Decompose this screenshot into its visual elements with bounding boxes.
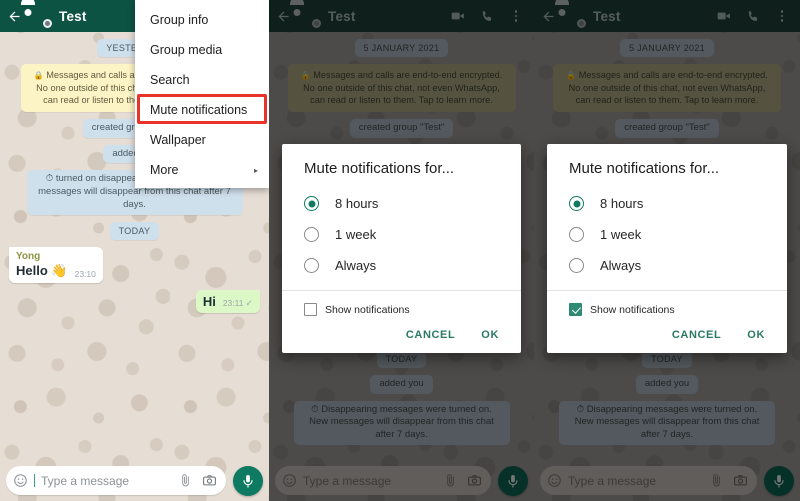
menu-item-mute-notifications[interactable]: Mute notifications — [135, 95, 269, 125]
message-time: 23:10 — [74, 268, 96, 279]
menu-item-label: Group media — [150, 43, 223, 57]
composer-icons — [178, 473, 217, 488]
emoji-icon[interactable] — [13, 473, 28, 488]
delivery-status-icon: ✓ — [245, 297, 253, 308]
menu-item-group-media[interactable]: Group media — [135, 35, 269, 65]
radio-label: 1 week — [600, 227, 642, 242]
message-composer: Type a message — [0, 460, 269, 501]
camera-icon[interactable] — [202, 473, 217, 488]
message-bubble-incoming[interactable]: Yong Hello 👋 23:10 — [9, 246, 103, 283]
checkbox-label: Show notifications — [325, 303, 410, 316]
dialog-actions: CANCEL OK — [547, 316, 787, 353]
radio-label: Always — [335, 258, 377, 273]
message-bubble-outgoing[interactable]: Hi 23:11 ✓ — [195, 289, 260, 313]
radio-icon-selected[interactable] — [569, 196, 584, 211]
message-input-pill[interactable]: Type a message — [6, 466, 226, 495]
message-content: Hi 23:11 ✓ — [203, 294, 253, 309]
radio-label: 1 week — [335, 227, 377, 242]
dialog-title: Mute notifications for... — [304, 160, 455, 177]
menu-item-group-info[interactable]: Group info — [135, 5, 269, 35]
back-arrow-icon[interactable] — [7, 9, 22, 24]
search-input[interactable]: Type a message — [41, 474, 172, 488]
avatar-badge-icon — [42, 17, 53, 29]
message-time: 23:11 — [222, 298, 244, 309]
radio-icon[interactable] — [569, 258, 584, 273]
menu-item-wallpaper[interactable]: Wallpaper — [135, 125, 269, 155]
ok-button[interactable]: OK — [481, 329, 499, 341]
menu-item-search[interactable]: Search — [135, 65, 269, 95]
checkbox-icon-checked[interactable] — [569, 303, 582, 316]
menu-item-label: Wallpaper — [150, 133, 206, 147]
radio-option-always[interactable]: Always — [547, 250, 787, 281]
checkbox-label: Show notifications — [590, 303, 675, 316]
cancel-button[interactable]: CANCEL — [406, 329, 455, 341]
mute-notifications-dialog: Mute notifications for... 8 hours 1 week… — [282, 144, 521, 353]
radio-option-1-week[interactable]: 1 week — [547, 219, 787, 250]
message-text: Hi — [202, 293, 216, 309]
phone-screen-3: Test 5 JANUARY 2021 🔒 Messages and calls… — [534, 0, 800, 501]
text-caret — [34, 474, 35, 487]
avatar[interactable] — [28, 5, 53, 29]
radio-icon[interactable] — [569, 227, 584, 242]
message-row-incoming: Yong Hello 👋 23:10 — [9, 246, 260, 283]
list-item: TODAY — [9, 221, 260, 240]
message-row-outgoing: Hi 23:11 ✓ — [9, 289, 260, 313]
mute-notifications-dialog: Mute notifications for... 8 hours 1 week… — [547, 144, 787, 353]
message-text: Hello 👋 — [16, 262, 68, 278]
menu-item-label: Mute notifications — [150, 103, 248, 117]
checkbox-icon-unchecked[interactable] — [304, 303, 317, 316]
radio-label: 8 hours — [335, 196, 379, 211]
radio-icon-selected[interactable] — [304, 196, 319, 211]
page-title: Test — [59, 8, 87, 24]
radio-option-always[interactable]: Always — [282, 250, 521, 281]
menu-item-label: Search — [150, 73, 190, 87]
message-sender: Yong — [16, 250, 41, 262]
radio-option-1-week[interactable]: 1 week — [282, 219, 521, 250]
menu-item-label: More — [150, 163, 179, 177]
show-notifications-row[interactable]: Show notifications — [282, 291, 521, 316]
radio-label: Always — [600, 258, 642, 273]
radio-icon[interactable] — [304, 258, 319, 273]
screenshot-root: Test YESTERDAY 🔒 Messages and calls are … — [0, 0, 800, 501]
ok-button[interactable]: OK — [747, 329, 765, 341]
chevron-right-icon: ▸ — [253, 165, 258, 175]
message-content: Hello 👋 23:10 — [16, 263, 96, 279]
phone-screen-2: Test 5 JANUARY 2021 🔒 Messages and calls… — [269, 0, 534, 501]
date-chip: TODAY — [109, 221, 160, 240]
radio-option-8-hours[interactable]: 8 hours — [547, 188, 787, 219]
timer-icon: ⏱ — [45, 173, 54, 185]
radio-option-8-hours[interactable]: 8 hours — [282, 188, 521, 219]
menu-item-more[interactable]: More ▸ — [135, 155, 269, 185]
message-meta: 23:11 ✓ — [223, 298, 253, 309]
radio-label: 8 hours — [600, 196, 644, 211]
radio-icon[interactable] — [304, 227, 319, 242]
paperclip-icon[interactable] — [178, 473, 193, 488]
show-notifications-row[interactable]: Show notifications — [547, 291, 787, 316]
phone-screen-1: Test YESTERDAY 🔒 Messages and calls are … — [0, 0, 269, 501]
microphone-icon[interactable] — [233, 465, 263, 496]
dialog-title: Mute notifications for... — [569, 160, 720, 177]
lock-icon: 🔒 — [33, 71, 44, 81]
menu-item-label: Group info — [150, 13, 209, 27]
dialog-actions: CANCEL OK — [282, 316, 521, 353]
overflow-menu: Group info Group media Search Mute notif… — [135, 0, 269, 188]
cancel-button[interactable]: CANCEL — [672, 329, 721, 341]
